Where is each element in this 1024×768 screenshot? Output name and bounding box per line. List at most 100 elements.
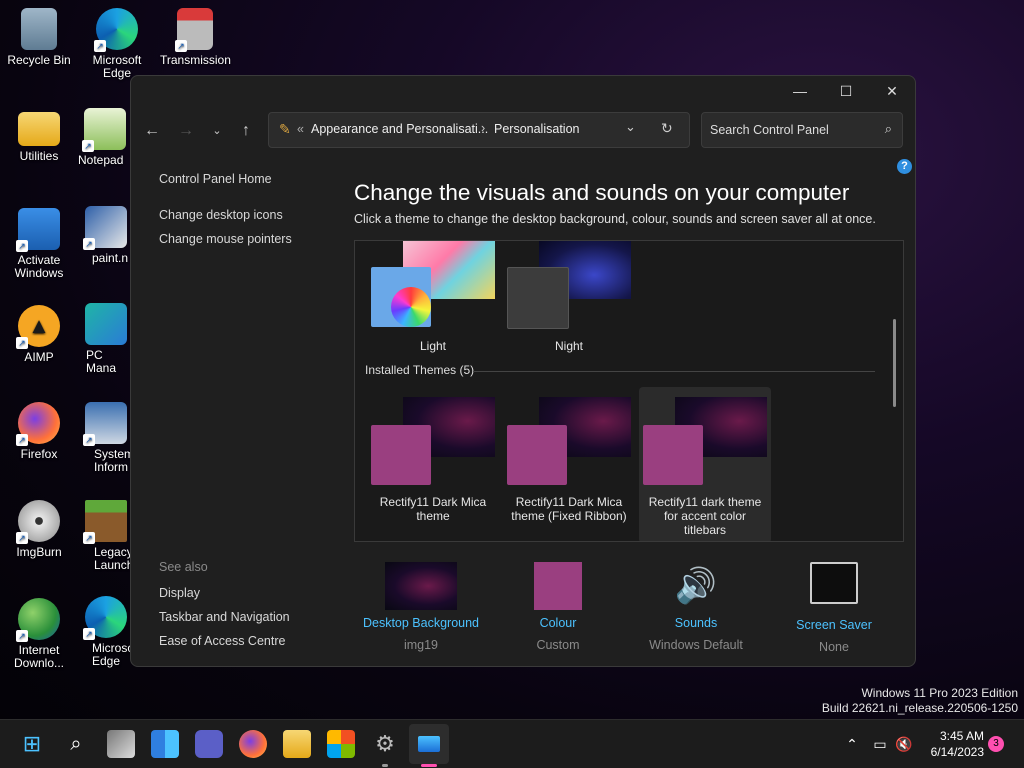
- address-dropdown-icon[interactable]: ⌄: [625, 119, 636, 135]
- minimize-button[interactable]: —: [777, 76, 823, 106]
- desktop-icon-imgburn[interactable]: ↗ ImgBurn: [4, 500, 74, 559]
- desktop-icon-transmission[interactable]: ↗ Transmission: [160, 8, 231, 67]
- screen-saver-link[interactable]: Screen Saver: [765, 618, 903, 632]
- settings-icon[interactable]: ⚙: [371, 730, 399, 758]
- taskbar-navigation-link[interactable]: Taskbar and Navigation: [159, 610, 339, 624]
- microsoft-store-icon[interactable]: [327, 730, 355, 758]
- theme-light[interactable]: Light: [367, 241, 499, 353]
- sounds-link[interactable]: Sounds: [627, 616, 765, 630]
- theme-label: Rectify11 dark theme for accent color ti…: [648, 495, 762, 537]
- close-button[interactable]: ✕: [869, 76, 915, 106]
- desktop-icon-firefox[interactable]: ↗ Firefox: [4, 402, 74, 461]
- desktop-icon-paint[interactable]: ↗ paint.n: [80, 206, 132, 265]
- shortcut-arrow-icon: ↗: [83, 238, 95, 250]
- desktop-icon-edge-2[interactable]: ↗ Microsof Edge: [80, 596, 132, 668]
- title-bar[interactable]: — ☐ ✕: [131, 76, 915, 106]
- file-explorer-icon[interactable]: [283, 730, 311, 758]
- volume-muted-icon[interactable]: 🔇: [890, 730, 918, 758]
- search-input[interactable]: Search Control Panel ⌕: [701, 112, 903, 148]
- control-panel-window: — ☐ ✕ ← → ⌄ ↑ ✎ « Appearance and Persona…: [130, 75, 916, 667]
- breadcrumb-appearance[interactable]: Appearance and Personalisati...: [311, 122, 488, 136]
- desktop-icon-legacy-launcher[interactable]: ↗ Legacy Launch: [80, 500, 132, 572]
- recent-locations-button[interactable]: ⌄: [206, 120, 228, 142]
- windows-edition-watermark: Windows 11 Pro 2023 Edition Build 22621.…: [822, 686, 1018, 716]
- theme-color-swatch: [507, 425, 567, 485]
- clock-date: 6/14/2023: [930, 745, 984, 759]
- back-button[interactable]: ←: [141, 120, 163, 142]
- shortcut-arrow-icon: ↗: [16, 630, 28, 642]
- control-panel-icon: ✎: [279, 121, 291, 137]
- desktop-icon-idm[interactable]: ↗ Internet Downlo...: [4, 598, 74, 670]
- notification-badge[interactable]: 3: [988, 736, 1004, 752]
- desktop-background-thumbnail: [385, 562, 457, 610]
- address-bar[interactable]: ✎ « Appearance and Personalisati... › Pe…: [268, 112, 690, 148]
- show-hidden-icons-button[interactable]: ⌃: [838, 730, 866, 758]
- see-also-section: See also Display Taskbar and Navigation …: [159, 560, 339, 658]
- minecraft-icon: ↗: [83, 500, 127, 544]
- desktop-icon-pc-manager[interactable]: PC Mana: [80, 303, 132, 375]
- theme-list[interactable]: Light Night Installed Themes (5) Rectify…: [354, 240, 904, 542]
- theme-label: Rectify11 Dark Mica theme (Fixed Ribbon): [511, 495, 627, 523]
- sounds-option[interactable]: 🔊 Sounds Windows Default: [627, 562, 765, 652]
- theme-night-thumbnail: [503, 241, 635, 339]
- edition-text: Windows 11 Pro 2023 Edition: [861, 686, 1018, 700]
- page-title: Change the visuals and sounds on your co…: [354, 180, 850, 205]
- help-button[interactable]: ?: [897, 159, 912, 174]
- control-panel-taskbar-icon[interactable]: [409, 724, 449, 764]
- colour-option[interactable]: Colour Custom: [489, 562, 627, 652]
- teams-chat-icon[interactable]: [195, 730, 223, 758]
- desktop-icon-aimp[interactable]: ▲ ↗ AIMP: [4, 305, 74, 364]
- change-desktop-icons-link[interactable]: Change desktop icons: [159, 208, 339, 222]
- desktop-icon-recycle-bin[interactable]: Recycle Bin: [4, 8, 74, 67]
- clock[interactable]: 3:45 AM 6/14/2023: [920, 728, 984, 760]
- ease-of-access-link[interactable]: Ease of Access Centre: [159, 634, 339, 648]
- forward-button[interactable]: →: [175, 120, 197, 142]
- up-button[interactable]: ↑: [235, 120, 257, 142]
- shortcut-arrow-icon: ↗: [83, 532, 95, 544]
- theme-light-label: Light: [419, 339, 447, 353]
- pc-manager-icon: [85, 303, 127, 345]
- maximize-button[interactable]: ☐: [823, 76, 869, 106]
- speaker-icon: 🔊: [674, 567, 718, 605]
- firefox-taskbar-icon[interactable]: [239, 730, 267, 758]
- theme-rectify-dark-mica-fixed[interactable]: Rectify11 Dark Mica theme (Fixed Ribbon): [503, 397, 635, 523]
- notepad-icon: ↗: [82, 108, 126, 152]
- paint-icon: ↗: [83, 206, 127, 250]
- desktop-icon-system-info[interactable]: ↗ System Inform: [80, 402, 132, 474]
- theme-list-scrollbar[interactable]: [893, 319, 896, 407]
- screen-saver-option[interactable]: Screen Saver None: [765, 562, 903, 654]
- breadcrumb-personalisation[interactable]: Personalisation: [494, 122, 579, 136]
- monitor-icon: [810, 562, 858, 604]
- desktop-icon-utilities[interactable]: Utilities: [4, 108, 74, 163]
- theme-rectify-accent-titlebars[interactable]: Rectify11 dark theme for accent color ti…: [639, 387, 771, 541]
- desktop-icon-notepad[interactable]: ↗ Notepad: [78, 108, 132, 167]
- shortcut-arrow-icon: ↗: [94, 40, 106, 52]
- widgets-icon[interactable]: [151, 730, 179, 758]
- desktop-background-option[interactable]: Desktop Background img19: [352, 562, 490, 652]
- theme-thumbnail: [367, 397, 499, 497]
- start-button[interactable]: ⊞: [18, 730, 46, 758]
- desktop-icon-activate-windows[interactable]: ↗ Activate Windows: [4, 208, 74, 280]
- change-mouse-pointers-link[interactable]: Change mouse pointers: [159, 232, 339, 246]
- imgburn-icon: ↗: [16, 500, 60, 544]
- search-icon: ⌕: [884, 121, 892, 136]
- theme-night-color-swatch: [507, 267, 569, 329]
- control-panel-home-link[interactable]: Control Panel Home: [159, 172, 339, 186]
- shortcut-arrow-icon: ↗: [16, 337, 28, 349]
- task-view-icon[interactable]: [107, 730, 135, 758]
- refresh-icon[interactable]: ↻: [661, 120, 673, 137]
- desktop-background-link[interactable]: Desktop Background: [352, 616, 490, 630]
- display-link[interactable]: Display: [159, 586, 339, 600]
- shortcut-arrow-icon: ↗: [83, 434, 95, 446]
- desktop-icon-edge[interactable]: ↗ Microsoft Edge: [82, 8, 152, 80]
- colour-value: Custom: [536, 638, 580, 652]
- color-wheel-icon: [391, 287, 431, 327]
- theme-night[interactable]: Night: [503, 241, 635, 353]
- active-indicator: [421, 764, 437, 767]
- search-icon[interactable]: ⌕: [62, 730, 90, 758]
- theme-label: Rectify11 Dark Mica theme: [379, 495, 487, 523]
- theme-rectify-dark-mica[interactable]: Rectify11 Dark Mica theme: [367, 397, 499, 523]
- clock-time: 3:45 AM: [939, 729, 984, 743]
- colour-link[interactable]: Colour: [489, 616, 627, 630]
- theme-thumbnail: [503, 397, 635, 497]
